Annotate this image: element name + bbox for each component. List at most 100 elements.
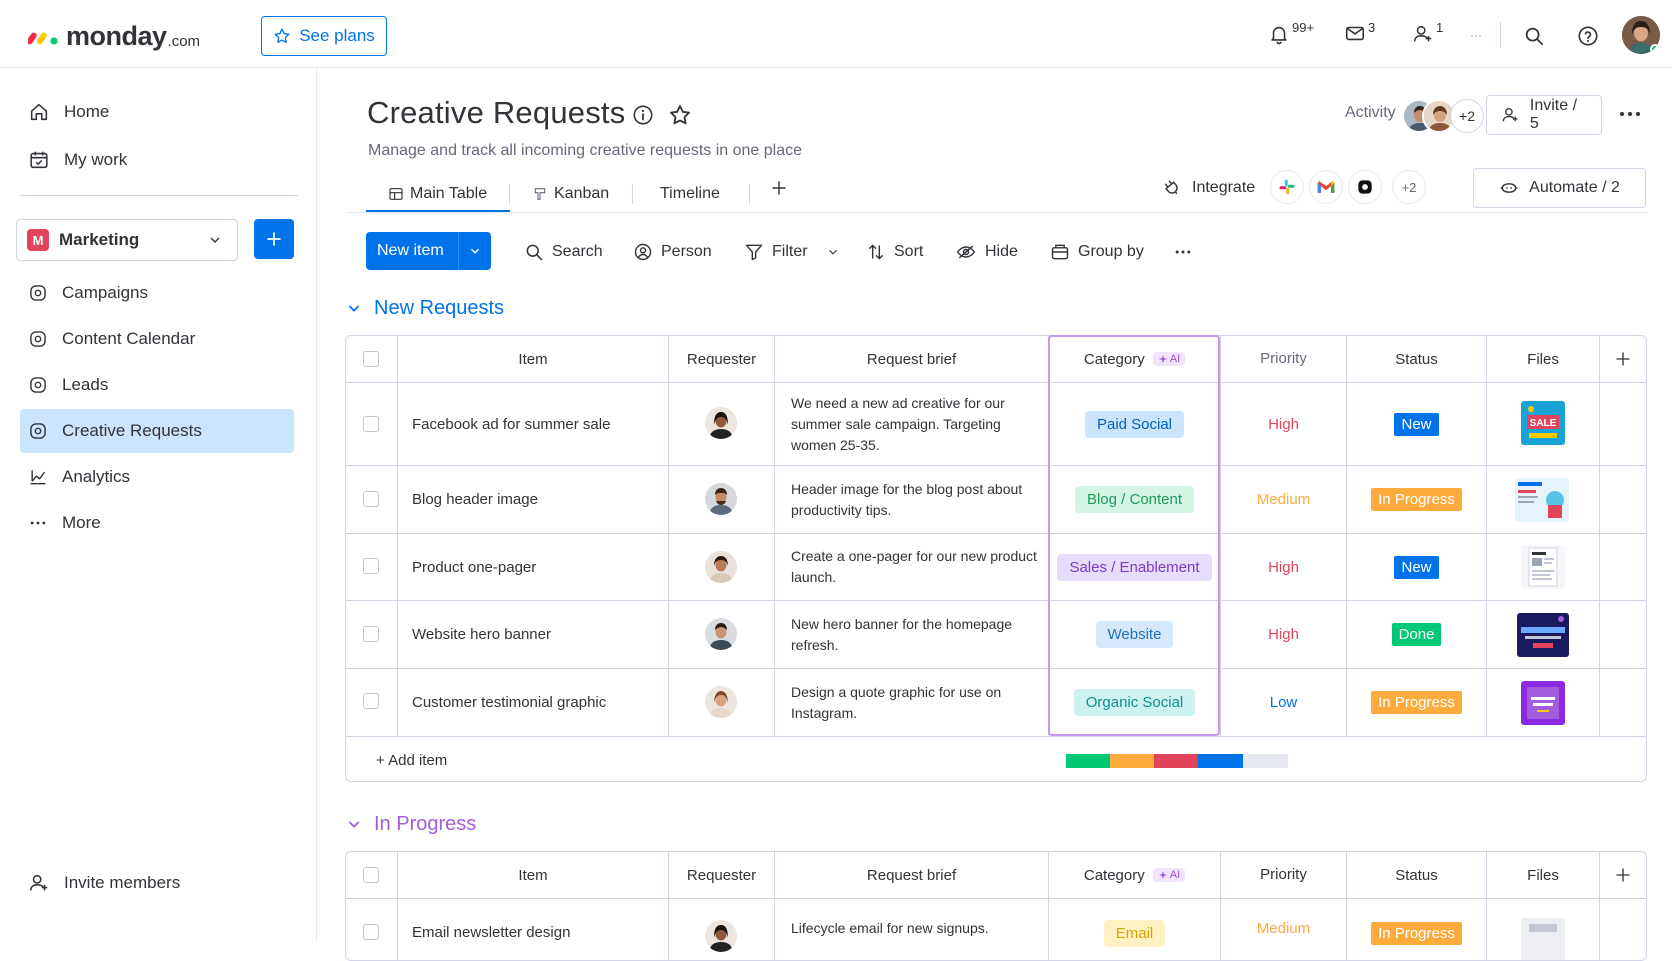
request-brief[interactable]: Lifecycle email for new signups. [791,916,1041,940]
see-plans-button[interactable]: See plans [261,16,387,56]
sidebar-item-content-calendar[interactable]: Content Calendar [20,317,294,361]
item-name[interactable]: Email newsletter design [412,920,570,944]
item-name[interactable]: Product one-pager [412,534,536,600]
item-name[interactable]: Facebook ad for summer sale [412,383,610,465]
add-column-button[interactable] [1614,866,1632,884]
slack-integration[interactable] [1270,170,1304,204]
sidebar-item-leads[interactable]: Leads [20,363,294,407]
file-thumbnail[interactable] [1517,613,1569,657]
file-thumbnail[interactable] [1521,545,1565,589]
help-button[interactable] [1577,25,1599,47]
gmail-integration[interactable] [1309,170,1343,204]
new-item-button[interactable]: New item [366,232,491,270]
row-checkbox[interactable] [363,558,379,574]
column-header-category[interactable]: Category AI [1049,852,1220,898]
integrate-button[interactable]: Integrate [1162,178,1255,198]
status-cell[interactable]: In Progress [1347,466,1486,533]
filter-tool[interactable]: Filter [744,240,840,264]
requester-avatar[interactable] [705,483,737,515]
request-brief[interactable]: We need a new ad creative for our summer… [791,383,1041,465]
column-header-requester[interactable]: Requester [669,336,774,382]
requester-avatar[interactable] [705,618,737,650]
sidebar-item-more[interactable]: More [20,501,294,545]
sidebar-invite-members[interactable]: Invite members [20,861,294,905]
column-header-status[interactable]: Status [1347,336,1486,382]
app-integration[interactable] [1348,170,1382,204]
item-name[interactable]: Customer testimonial graphic [412,669,606,736]
checkbox[interactable] [363,867,379,883]
monday-logo[interactable]: monday .com [28,18,200,54]
inbox-button[interactable]: 3 [1344,20,1375,48]
new-item-dropdown[interactable] [459,244,491,258]
group-title-in-progress[interactable]: In Progress [346,809,476,839]
requester-avatar[interactable] [705,407,737,439]
sidebar-item-analytics[interactable]: Analytics [20,455,294,499]
add-view-button[interactable] [770,179,788,197]
column-header-request-brief[interactable]: Request brief [775,336,1048,382]
column-header-files[interactable]: Files [1487,336,1599,382]
board-menu-button[interactable] [1618,104,1642,124]
column-header-files[interactable]: Files [1487,852,1599,898]
checkbox[interactable] [363,491,379,507]
integrations-more[interactable]: +2 [1392,170,1426,204]
status-cell[interactable]: Done [1347,601,1486,668]
column-header-priority[interactable]: Priority [1221,852,1346,896]
column-header-requester[interactable]: Requester [669,852,774,898]
status-summary-bar[interactable] [1066,754,1288,768]
category-cell[interactable]: Paid Social [1049,383,1220,465]
invite-people-button[interactable]: 1 [1412,20,1443,48]
sidebar-item-home[interactable]: Home [20,90,294,134]
user-avatar[interactable] [1622,16,1660,54]
select-all-checkbox[interactable] [363,351,379,367]
file-thumbnail[interactable] [1515,478,1569,522]
column-header-status[interactable]: Status [1347,852,1486,898]
add-column-button[interactable] [1614,350,1632,368]
sidebar-item-creative-requests[interactable]: Creative Requests [20,409,294,453]
sidebar-item-campaigns[interactable]: Campaigns [20,271,294,315]
checkbox[interactable] [363,558,379,574]
search-tool[interactable]: Search [524,240,603,264]
more-tools-button[interactable] [1173,240,1193,264]
category-cell[interactable]: Website [1049,601,1220,668]
row-checkbox[interactable] [363,416,379,432]
group-by-tool[interactable]: Group by [1050,240,1144,264]
priority-cell[interactable]: High [1221,534,1346,600]
activity-label[interactable]: Activity [1345,104,1396,122]
notifications-button[interactable]: 99+ [1268,20,1314,48]
priority-cell[interactable]: Medium [1221,466,1346,533]
category-cell[interactable]: Organic Social [1049,669,1220,736]
request-brief[interactable]: Create a one-pager for our new product l… [791,534,1041,600]
requester-avatar[interactable] [705,551,737,583]
status-cell[interactable]: New [1347,534,1486,600]
person-filter-tool[interactable]: Person [633,240,712,264]
row-checkbox[interactable] [363,693,379,709]
priority-cell[interactable]: High [1221,383,1346,465]
chevron-down-icon[interactable] [346,300,362,316]
category-cell[interactable]: Email [1049,920,1220,950]
file-thumbnail[interactable]: SALE [1521,401,1565,445]
tab-kanban[interactable]: Kanban [528,174,613,214]
favorite-button[interactable] [668,103,692,127]
column-header-category[interactable]: Category AI [1049,336,1220,382]
invite-button[interactable]: Invite / 5 [1486,95,1602,135]
priority-cell[interactable]: High [1221,601,1346,668]
row-checkbox[interactable] [363,924,379,940]
select-all-checkbox[interactable] [363,867,379,883]
checkbox[interactable] [363,693,379,709]
request-brief[interactable]: New hero banner for the homepage refresh… [791,601,1041,668]
tab-main-table[interactable]: Main Table [384,174,491,214]
row-checkbox[interactable] [363,491,379,507]
category-cell[interactable]: Sales / Enablement [1049,534,1220,600]
checkbox[interactable] [363,351,379,367]
file-thumbnail[interactable] [1521,681,1565,725]
activity-more-count[interactable]: +2 [1450,99,1484,133]
column-header-priority[interactable]: Priority [1221,336,1346,380]
priority-cell[interactable]: Medium [1221,916,1346,940]
requester-avatar[interactable] [705,686,737,718]
board-info-button[interactable] [632,104,654,126]
status-cell[interactable]: In Progress [1347,669,1486,736]
request-brief[interactable]: Header image for the blog post about pro… [791,466,1041,533]
workspace-selector[interactable]: M Marketing [16,219,238,261]
file-thumbnail[interactable] [1521,918,1565,960]
checkbox[interactable] [363,416,379,432]
